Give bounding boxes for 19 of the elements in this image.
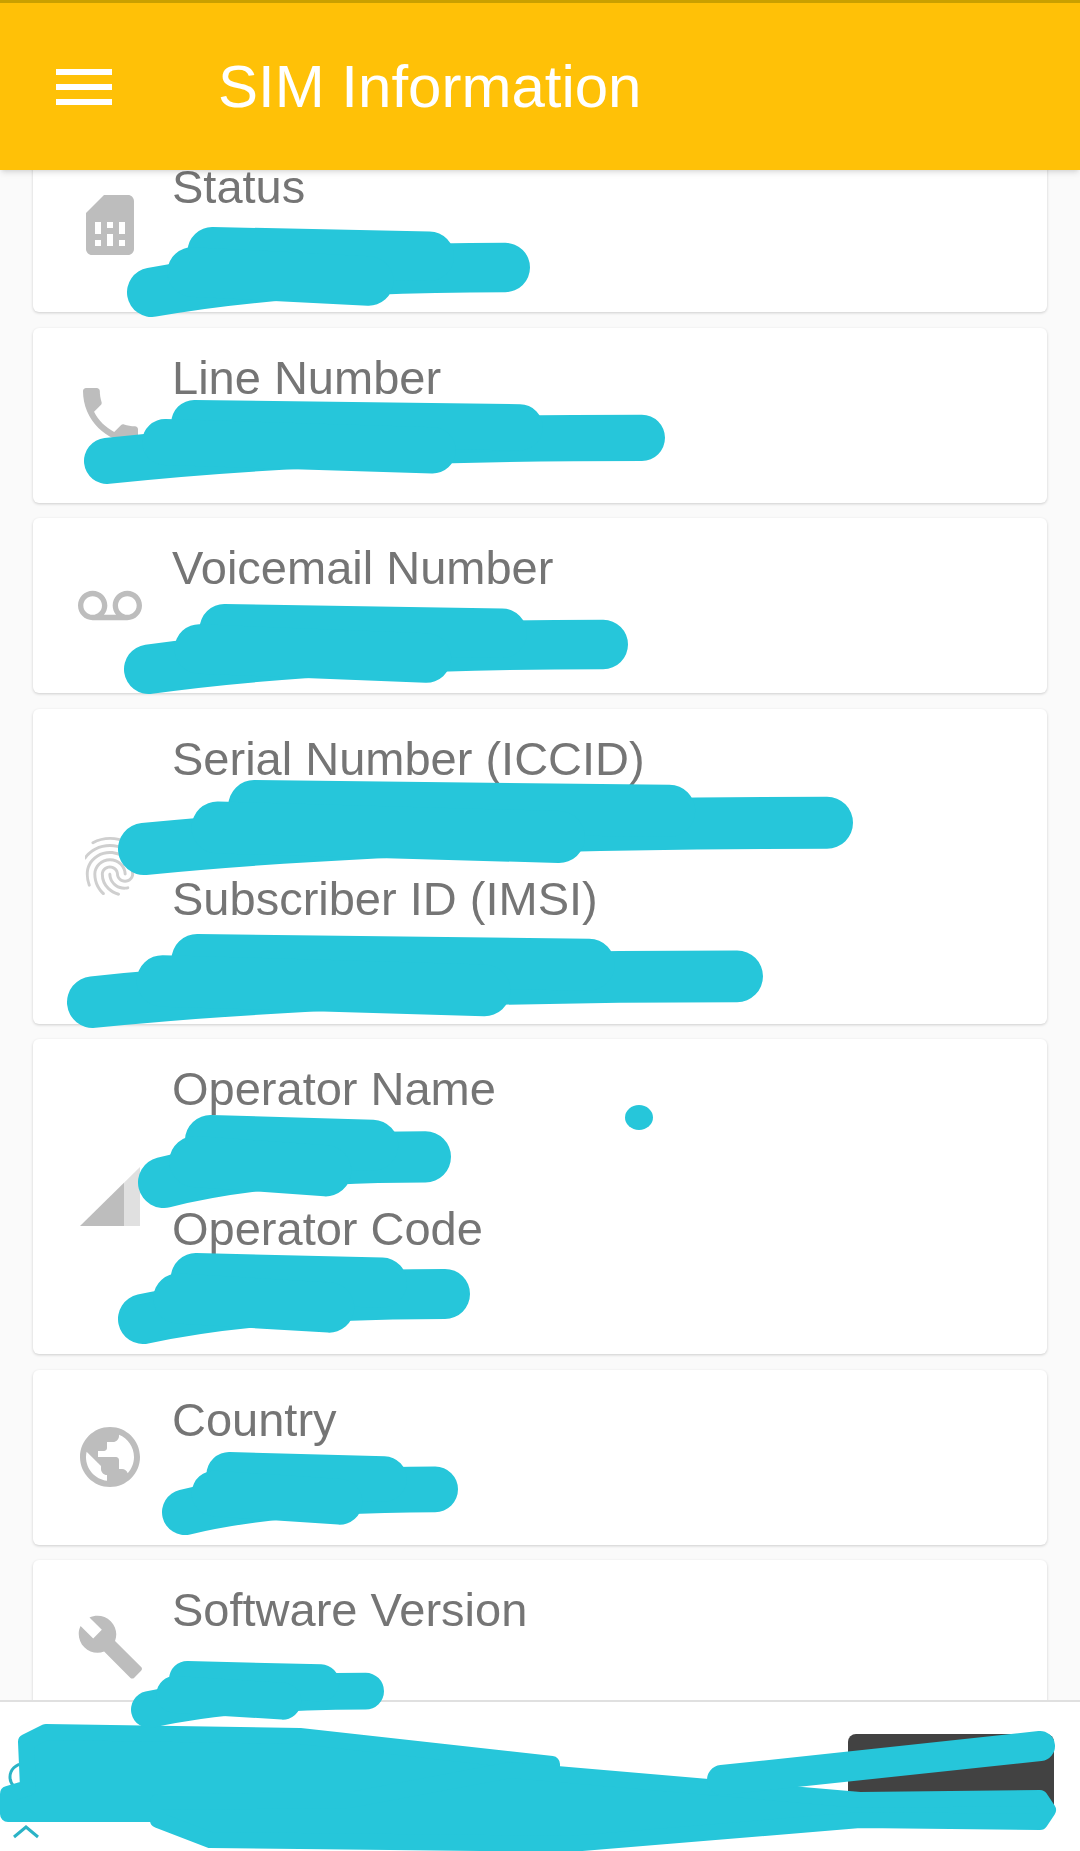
field-label: Voicemail Number bbox=[172, 540, 554, 596]
wrench-icon bbox=[78, 1614, 142, 1681]
field-label: Serial Number (ICCID) bbox=[172, 730, 645, 787]
field-label: Operator Code bbox=[172, 1201, 484, 1257]
field-label: Line Number bbox=[172, 349, 442, 406]
field-label: Software Version bbox=[172, 1582, 528, 1638]
field-label: Country bbox=[172, 1391, 337, 1448]
ink-dot-icon bbox=[625, 1105, 653, 1130]
app-title: SIM Information bbox=[218, 51, 642, 122]
voicemail-icon bbox=[78, 589, 142, 622]
menu-icon[interactable] bbox=[56, 68, 112, 105]
field-label: Status bbox=[172, 159, 306, 215]
field-label: Operator Name bbox=[172, 1061, 496, 1117]
sim-card-icon bbox=[86, 194, 134, 255]
signal-icon bbox=[80, 1167, 140, 1226]
fingerprint-icon bbox=[85, 836, 135, 896]
globe-icon bbox=[80, 1427, 140, 1487]
caret-up-icon[interactable] bbox=[12, 1825, 40, 1839]
field-label: Subscriber ID (IMSI) bbox=[172, 870, 599, 927]
